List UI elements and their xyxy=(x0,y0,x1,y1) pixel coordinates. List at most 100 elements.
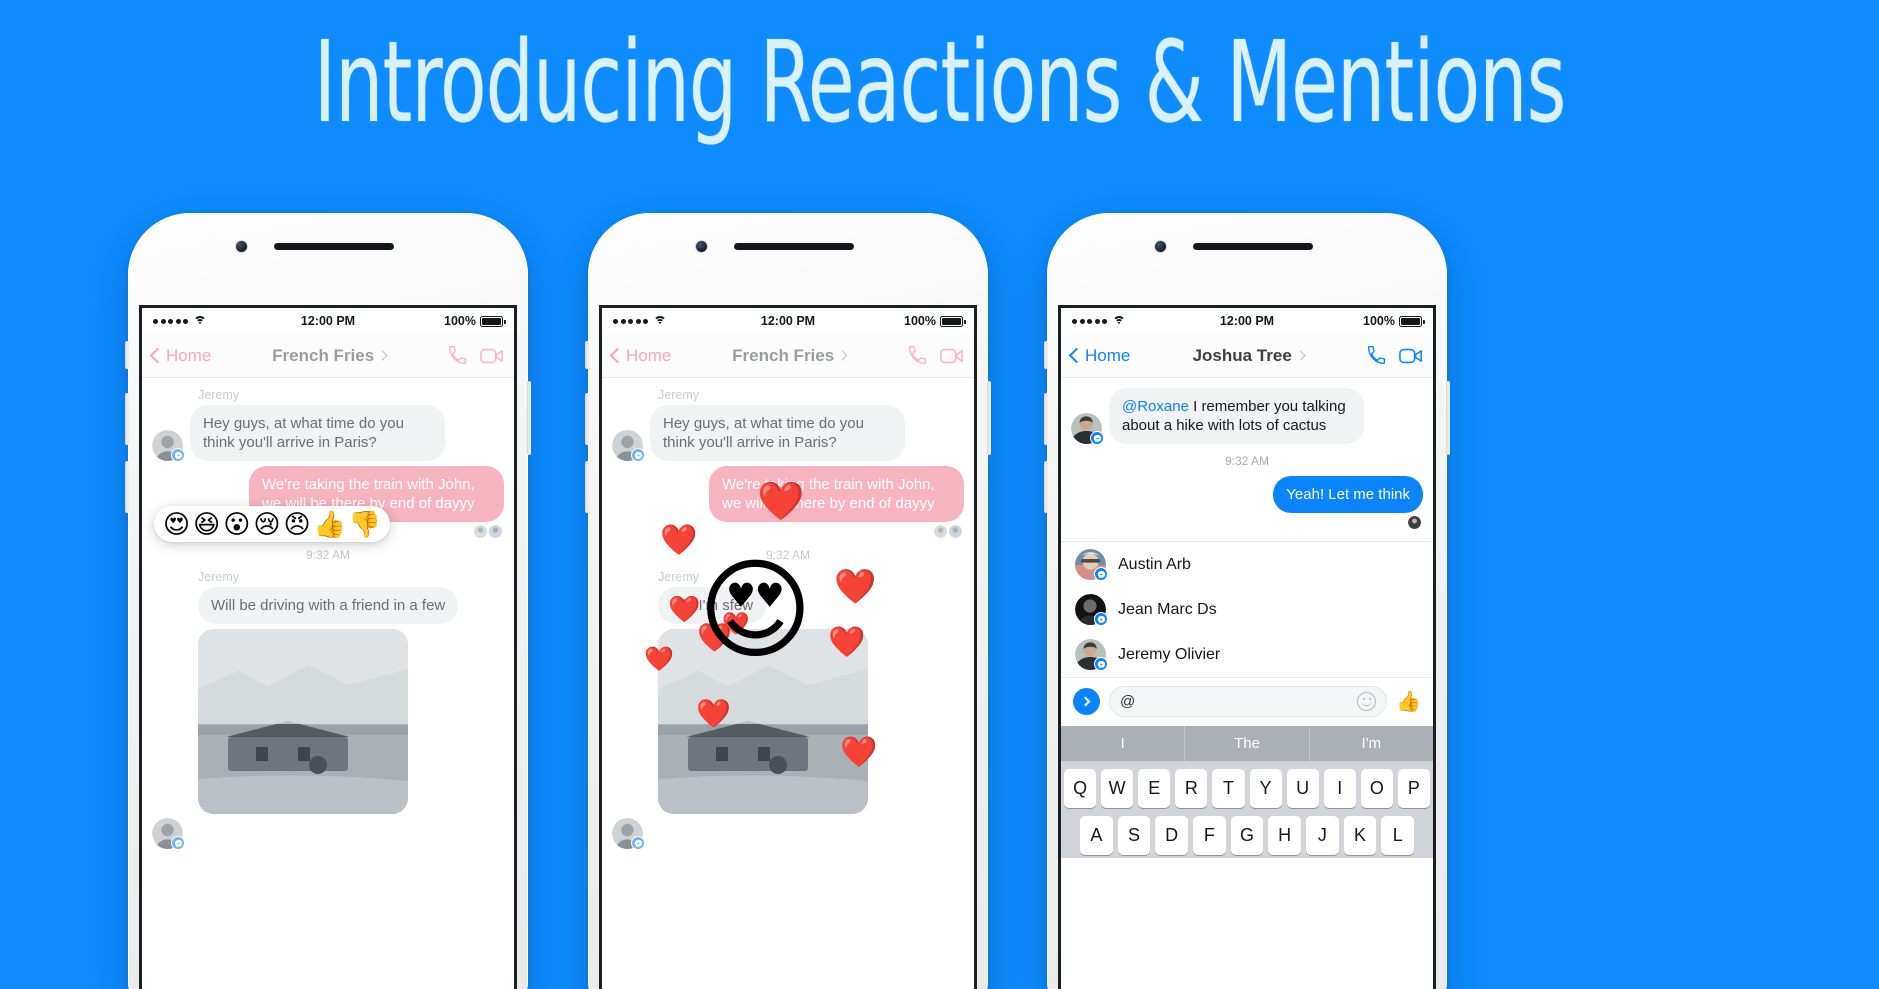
surprised-emoji[interactable]: 😮 xyxy=(223,511,250,537)
avatar xyxy=(1075,549,1108,582)
avatar[interactable] xyxy=(1071,413,1104,446)
power-button[interactable] xyxy=(987,381,991,455)
mute-switch[interactable] xyxy=(125,341,129,369)
volume-up-button[interactable] xyxy=(125,393,129,445)
mention-suggestion-jean-marc-ds[interactable]: Jean Marc Ds xyxy=(1061,587,1433,632)
key-u[interactable]: U xyxy=(1286,769,1319,809)
conversation-thread: Jeremy Hey guys, at what time do you thi… xyxy=(602,378,974,851)
key-r[interactable]: R xyxy=(1175,769,1208,809)
volume-up-button[interactable] xyxy=(585,393,589,445)
volume-down-button[interactable] xyxy=(1044,461,1048,513)
key-d[interactable]: D xyxy=(1155,816,1188,856)
phone-reaction-burst: 12:00 PM 100% Home French Fries Jeremy H… xyxy=(585,213,991,989)
conversation-title[interactable]: Joshua Tree xyxy=(1130,346,1366,366)
battery-percent: 100% xyxy=(904,314,937,328)
power-button[interactable] xyxy=(1446,381,1450,455)
crying-emoji[interactable]: 😢 xyxy=(253,511,280,537)
message-bubble[interactable]: @Roxane I remember you talking about a h… xyxy=(1109,388,1364,445)
key-g[interactable]: G xyxy=(1230,816,1264,856)
messenger-badge-icon xyxy=(171,836,185,851)
reaction-picker[interactable]: 😍 😆 😮 😢 😠 👍 👎 xyxy=(154,506,391,542)
key-t[interactable]: T xyxy=(1212,769,1245,809)
video-camera-icon[interactable] xyxy=(1399,347,1423,365)
key-j[interactable]: J xyxy=(1306,816,1339,856)
photo-attachment[interactable] xyxy=(658,629,868,815)
mute-switch[interactable] xyxy=(1044,341,1048,369)
key-q[interactable]: Q xyxy=(1064,769,1097,809)
mention-tag[interactable]: @Roxane xyxy=(1122,398,1189,415)
laughing-emoji[interactable]: 😆 xyxy=(193,511,220,537)
back-to-home-button[interactable]: Home xyxy=(609,346,671,366)
volume-up-button[interactable] xyxy=(1044,393,1048,445)
key-o[interactable]: O xyxy=(1360,769,1393,809)
signal-strength-icon xyxy=(613,318,648,324)
status-bar: 12:00 PM 100% xyxy=(142,308,514,334)
phone-icon[interactable] xyxy=(1366,345,1387,366)
message-row-partial: Ok, I'm s few xyxy=(612,587,964,625)
chevron-right-icon xyxy=(837,350,848,361)
volume-down-button[interactable] xyxy=(125,461,129,513)
phone-icon[interactable] xyxy=(447,345,468,366)
message-row-outgoing: Yeah! Let me think xyxy=(1071,476,1423,514)
suggestion-3[interactable]: I'm xyxy=(1310,726,1433,761)
heart-eyes-emoji[interactable]: 😍 xyxy=(163,511,190,537)
key-s[interactable]: S xyxy=(1117,816,1151,856)
avatar[interactable] xyxy=(612,818,645,851)
thumbs-down-emoji[interactable]: 👎 xyxy=(349,511,381,537)
sender-name: Jeremy xyxy=(658,388,699,402)
phone2-screen: 12:00 PM 100% Home French Fries Jeremy H… xyxy=(599,305,977,989)
smiley-face-icon[interactable] xyxy=(1357,692,1377,712)
key-e[interactable]: E xyxy=(1138,769,1171,809)
key-h[interactable]: H xyxy=(1268,816,1302,856)
mute-switch[interactable] xyxy=(585,341,589,369)
keyboard-row-2: A S D F G H J K L xyxy=(1061,816,1433,856)
contact-name: Jean Marc Ds xyxy=(1118,600,1217,618)
conversation-title[interactable]: French Fries xyxy=(671,346,907,366)
key-p[interactable]: P xyxy=(1397,769,1430,809)
mention-suggestion-austin-arb[interactable]: Austin Arb xyxy=(1061,542,1433,587)
status-bar-time: 12:00 PM xyxy=(300,314,356,328)
message-bubble[interactable]: Hey guys, at what time do you think you'… xyxy=(650,405,905,462)
key-w[interactable]: W xyxy=(1101,769,1134,809)
key-y[interactable]: Y xyxy=(1249,769,1282,809)
mention-suggestion-jeremy-olivier[interactable]: Jeremy Olivier xyxy=(1061,632,1433,677)
key-a[interactable]: A xyxy=(1079,816,1113,856)
chevron-left-icon xyxy=(149,347,166,364)
suggestion-2[interactable]: The xyxy=(1185,726,1310,762)
back-to-home-button[interactable]: Home xyxy=(1068,346,1130,366)
angry-emoji[interactable]: 😠 xyxy=(283,511,310,537)
phone1-screen: 12:00 PM 100% Home French Fries Jeremy H… xyxy=(139,305,517,989)
phone-icon[interactable] xyxy=(907,345,928,366)
sender-name: Jeremy xyxy=(658,570,699,585)
message-bubble[interactable]: We're taking the train with John, we wil… xyxy=(709,466,964,523)
video-camera-icon[interactable] xyxy=(480,347,504,365)
key-i[interactable]: I xyxy=(1323,769,1356,809)
video-camera-icon[interactable] xyxy=(940,347,964,365)
promo-stage: Introducing Reactions & Mentions 12:00 P… xyxy=(0,0,1879,989)
thumbs-up-emoji[interactable]: 👍 xyxy=(314,511,346,537)
volume-down-button[interactable] xyxy=(585,461,589,513)
message-bubble[interactable]: Will be driving with a friend in a few xyxy=(198,587,459,625)
battery-percent: 100% xyxy=(1363,314,1396,328)
message-bubble[interactable]: Hey guys, at what time do you think you'… xyxy=(190,405,445,462)
message-bubble[interactable]: Ok, I'm s few xyxy=(658,587,767,625)
key-l[interactable]: L xyxy=(1381,816,1415,856)
key-k[interactable]: K xyxy=(1343,816,1377,856)
front-camera xyxy=(696,241,707,252)
send-chevron-icon[interactable] xyxy=(1073,688,1100,716)
seen-avatar xyxy=(934,525,947,539)
page-title: Introducing Reactions & Mentions xyxy=(313,17,1567,148)
key-f[interactable]: F xyxy=(1193,816,1226,856)
messenger-badge-icon xyxy=(1090,431,1104,446)
photo-attachment[interactable] xyxy=(198,629,408,815)
avatar[interactable] xyxy=(152,818,185,851)
power-button[interactable] xyxy=(527,381,531,455)
conversation-title[interactable]: French Fries xyxy=(211,346,447,366)
message-input[interactable]: @ xyxy=(1109,686,1388,718)
thumbs-up-icon[interactable]: 👍 xyxy=(1396,692,1421,712)
message-bubble[interactable]: Yeah! Let me think xyxy=(1273,476,1423,514)
avatar[interactable] xyxy=(152,430,185,463)
back-to-home-button[interactable]: Home xyxy=(149,346,211,366)
avatar[interactable] xyxy=(612,430,645,463)
suggestion-1[interactable]: I xyxy=(1061,726,1186,762)
